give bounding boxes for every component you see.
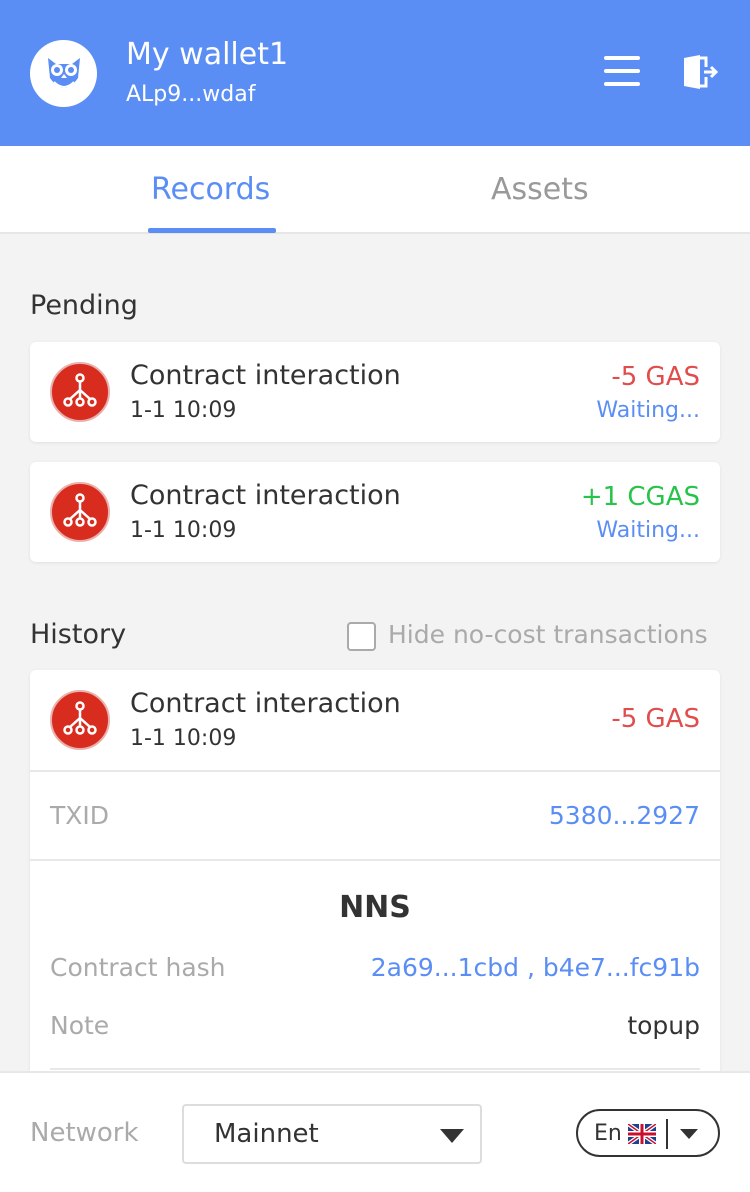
language-label: En	[594, 1121, 622, 1146]
pending-item[interactable]: Contract interaction 1-1 10:09 -5 GAS Wa…	[30, 342, 720, 442]
transaction-status: Waiting...	[596, 518, 700, 543]
transaction-amount: +1 CGAS	[580, 482, 700, 512]
history-item[interactable]: Contract interaction 1-1 10:09 -5 GAS TX…	[30, 670, 720, 1080]
network-select[interactable]: Mainnet	[182, 1104, 482, 1164]
contract-icon	[50, 482, 110, 542]
txid-label: TXID	[50, 801, 110, 830]
contract-icon	[50, 362, 110, 422]
history-title: History	[30, 619, 127, 650]
tab-assets[interactable]: Assets	[491, 172, 589, 207]
wallet-header: My wallet1 ALp9...wdaf	[0, 0, 750, 146]
transaction-status: Waiting...	[596, 398, 700, 423]
txid-link[interactable]: 5380...2927	[549, 801, 700, 830]
transaction-amount: -5 GAS	[611, 362, 700, 392]
footer-bar: Network Mainnet En	[0, 1071, 750, 1192]
menu-icon[interactable]	[604, 56, 640, 88]
transaction-title: Contract interaction	[130, 688, 401, 719]
tab-bar: Records Assets	[0, 146, 750, 234]
divider	[50, 1068, 700, 1070]
uk-flag-icon	[626, 1122, 658, 1146]
pending-title: Pending	[30, 290, 138, 321]
chevron-down-icon	[680, 1129, 698, 1139]
transaction-time: 1-1 10:09	[130, 518, 237, 543]
owl-avatar-icon	[30, 40, 97, 107]
wallet-name: My wallet1	[126, 37, 289, 72]
hide-no-cost-label[interactable]: Hide no-cost transactions	[388, 620, 708, 649]
contract-hash-label: Contract hash	[50, 953, 226, 982]
contract-hash-link[interactable]: 2a69...1cbd , b4e7...fc91b	[371, 953, 700, 982]
network-value: Mainnet	[214, 1119, 319, 1149]
chevron-down-icon	[440, 1129, 464, 1143]
transaction-title: Contract interaction	[130, 360, 401, 391]
note-label: Note	[50, 1011, 110, 1040]
tab-records[interactable]: Records	[151, 172, 270, 207]
contract-title: NNS	[339, 890, 411, 925]
hide-no-cost-checkbox[interactable]	[347, 622, 376, 651]
language-selector[interactable]: En	[576, 1109, 720, 1157]
divider	[30, 859, 720, 861]
wallet-address[interactable]: ALp9...wdaf	[126, 82, 255, 107]
divider	[30, 770, 720, 772]
transaction-time: 1-1 10:09	[130, 726, 237, 751]
divider	[666, 1119, 668, 1149]
contract-icon	[50, 690, 110, 750]
transaction-time: 1-1 10:09	[130, 398, 237, 423]
note-value: topup	[627, 1011, 700, 1040]
transaction-title: Contract interaction	[130, 480, 401, 511]
active-tab-indicator	[148, 228, 276, 233]
pending-item[interactable]: Contract interaction 1-1 10:09 +1 CGAS W…	[30, 462, 720, 562]
logout-icon[interactable]	[682, 55, 719, 89]
transaction-amount: -5 GAS	[611, 704, 700, 734]
network-label: Network	[30, 1118, 139, 1148]
